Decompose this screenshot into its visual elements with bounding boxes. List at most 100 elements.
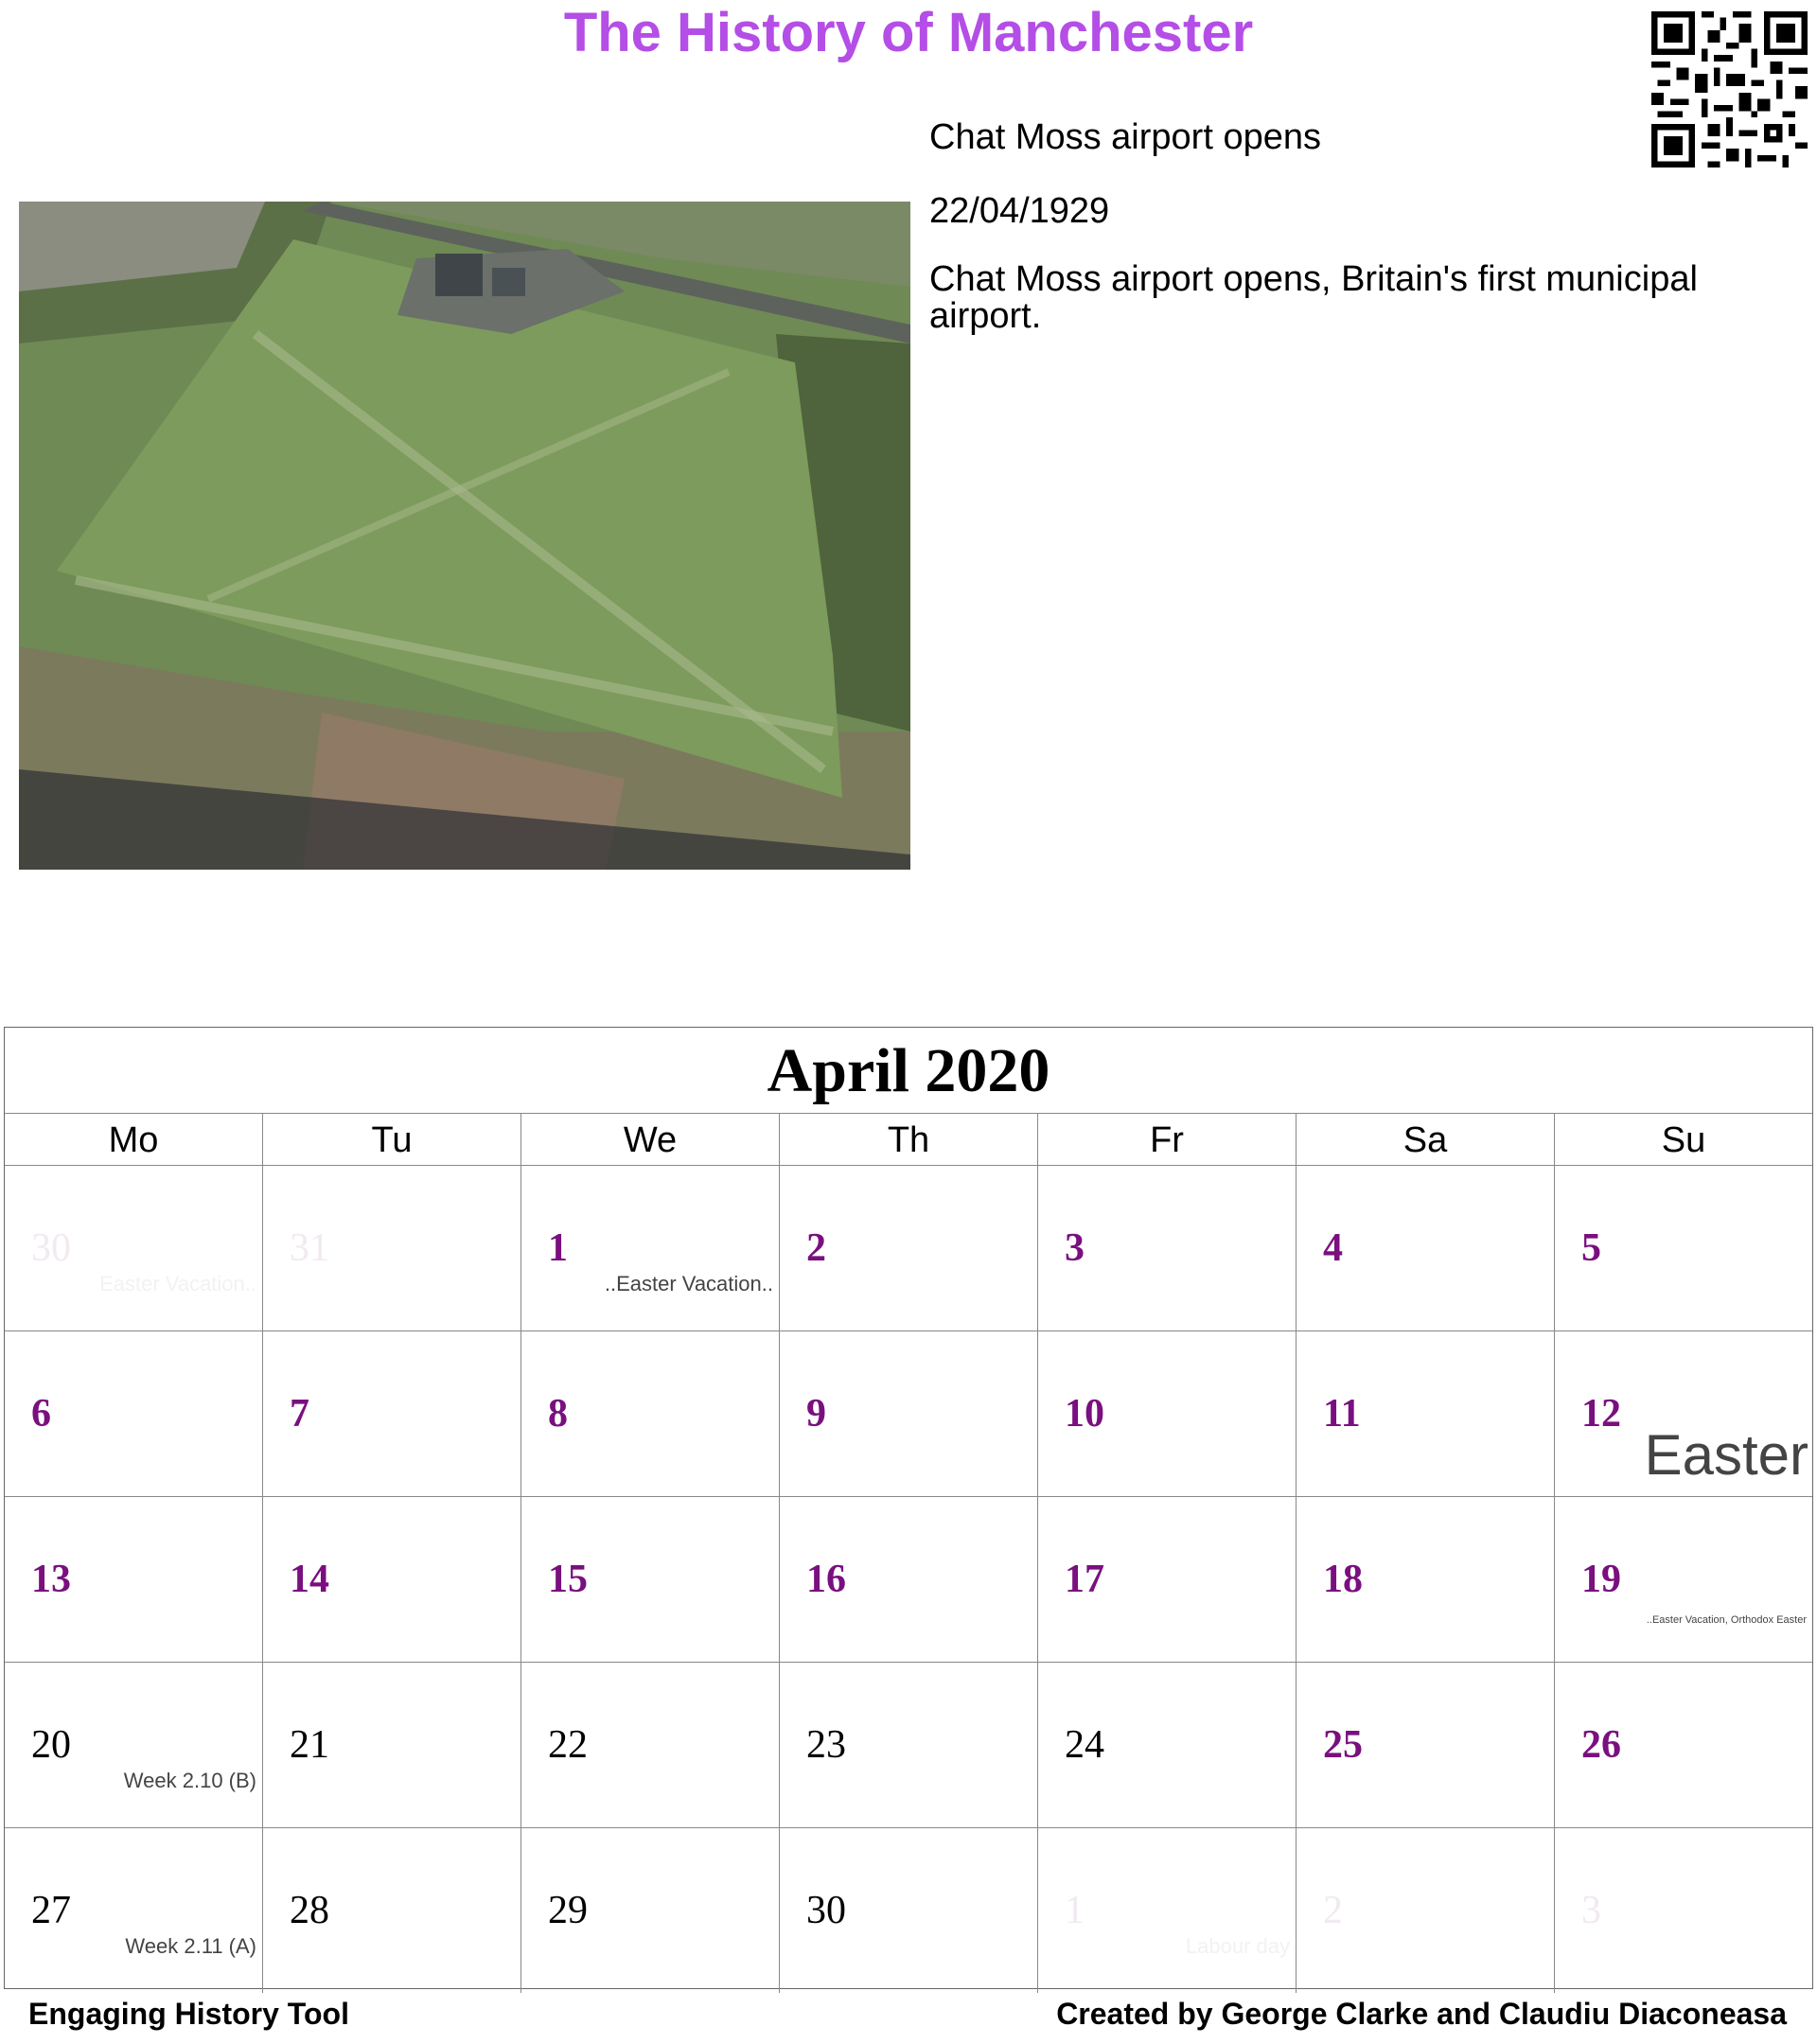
calendar-day-cell[interactable]: 10	[1038, 1331, 1297, 1496]
calendar-day-cell[interactable]: 27 Week 2.11 (A)	[5, 1828, 263, 1993]
day-note: Labour day	[1185, 1934, 1290, 1958]
calendar-day-cell[interactable]: 19 ..Easter Vacation, Orthodox Easter	[1555, 1497, 1812, 1662]
day-number: 31	[290, 1226, 329, 1270]
day-number: 7	[290, 1392, 309, 1436]
day-number: 3	[1581, 1889, 1601, 1932]
calendar-day-cell[interactable]: 5	[1555, 1166, 1812, 1330]
calendar-week-row: 13 14 15 16 17 18 19 ..Easter Vacation, Orthodo…	[5, 1497, 1812, 1663]
day-number: 20	[31, 1723, 71, 1767]
calendar-day-cell[interactable]: 16	[780, 1497, 1038, 1662]
calendar-day-cell[interactable]: 12 Easter	[1555, 1331, 1812, 1496]
month-calendar: April 2020 Mo Tu We Th Fr Sa Su 30 Easter…	[4, 1027, 1813, 1993]
calendar-day-cell[interactable]: 11	[1297, 1331, 1555, 1496]
weekday-header: We	[521, 1114, 780, 1165]
calendar-day-cell[interactable]: 6	[5, 1331, 263, 1496]
calendar-day-cell[interactable]: 25	[1297, 1663, 1555, 1827]
calendar-day-cell[interactable]: 18	[1297, 1497, 1555, 1662]
weekday-header: Fr	[1038, 1114, 1297, 1165]
day-number: 28	[290, 1889, 329, 1932]
day-number: 13	[31, 1558, 71, 1601]
day-number: 23	[806, 1723, 846, 1767]
calendar-day-cell[interactable]: 20 Week 2.10 (B)	[5, 1663, 263, 1827]
day-number: 30	[31, 1226, 71, 1270]
calendar-day-cell[interactable]: 22	[521, 1663, 780, 1827]
calendar-weeks: 30 Easter Vacation.. 31 1 ..Easter Vacation.…	[5, 1166, 1812, 1993]
day-number: 21	[290, 1723, 329, 1767]
day-number: 15	[548, 1558, 588, 1601]
calendar-day-cell[interactable]: 23	[780, 1663, 1038, 1827]
calendar-day-cell[interactable]: 21	[263, 1663, 521, 1827]
day-number: 29	[548, 1889, 588, 1932]
day-number: 17	[1065, 1558, 1104, 1601]
day-number: 26	[1581, 1723, 1621, 1767]
calendar-day-cell[interactable]: 13	[5, 1497, 263, 1662]
day-number: 6	[31, 1392, 51, 1436]
day-number: 8	[548, 1392, 568, 1436]
footer-credits: Created by George Clarke and Claudiu Dia…	[1056, 1997, 1787, 2031]
calendar-day-cell[interactable]: 4	[1297, 1166, 1555, 1330]
event-title: Chat Moss airport opens	[929, 117, 1321, 157]
day-number: 2	[806, 1226, 826, 1270]
calendar-day-cell[interactable]: 15	[521, 1497, 780, 1662]
day-number: 27	[31, 1889, 71, 1932]
day-note: Easter	[1644, 1423, 1808, 1487]
day-number: 14	[290, 1558, 329, 1601]
day-number: 18	[1323, 1558, 1363, 1601]
calendar-day-cell[interactable]: 1 ..Easter Vacation..	[521, 1166, 780, 1330]
calendar-day-cell[interactable]: 29	[521, 1828, 780, 1993]
day-number: 1	[548, 1226, 568, 1270]
calendar-week-row: 30 Easter Vacation.. 31 1 ..Easter Vacation.…	[5, 1166, 1812, 1331]
calendar-day-cell[interactable]: 8	[521, 1331, 780, 1496]
weekday-header: Tu	[263, 1114, 521, 1165]
calendar-week-row: 27 Week 2.11 (A) 28 29 30 1 Labour day 2 3	[5, 1828, 1812, 1993]
day-note: Week 2.11 (A)	[125, 1934, 256, 1958]
calendar-day-cell[interactable]: 14	[263, 1497, 521, 1662]
day-number: 11	[1323, 1392, 1361, 1436]
weekday-header: Su	[1661, 1120, 1706, 1160]
day-number: 22	[548, 1723, 588, 1767]
calendar-day-cell[interactable]: 2	[780, 1166, 1038, 1330]
weekday-header: Th	[780, 1114, 1038, 1165]
day-note: ..Easter Vacation..	[604, 1272, 773, 1295]
day-number: 4	[1323, 1226, 1343, 1270]
event-description: Chat Moss airport opens, Britain's first…	[929, 259, 1698, 336]
calendar-day-cell[interactable]: 9	[780, 1331, 1038, 1496]
calendar-day-cell[interactable]: 30 Easter Vacation..	[5, 1166, 263, 1330]
calendar-day-cell[interactable]: 31	[263, 1166, 521, 1330]
event-panel: Chat Moss airport opens 22/04/1929 Chat …	[929, 114, 1781, 335]
day-number: 24	[1065, 1723, 1104, 1767]
calendar-day-cell[interactable]: 26	[1555, 1663, 1812, 1827]
day-number: 19	[1581, 1558, 1621, 1601]
day-number: 5	[1581, 1226, 1601, 1270]
day-number: 10	[1065, 1392, 1104, 1436]
calendar-day-cell[interactable]: 30	[780, 1828, 1038, 1993]
page-title: The History of Manchester	[563, 2, 1254, 63]
calendar-day-cell[interactable]: 7	[263, 1331, 521, 1496]
day-number: 16	[806, 1558, 846, 1601]
calendar-day-cell[interactable]: 2	[1297, 1828, 1555, 1993]
day-number: 30	[806, 1889, 846, 1932]
calendar-day-cell[interactable]: 28	[263, 1828, 521, 1993]
weekday-header: Mo	[5, 1114, 263, 1165]
calendar-month-title: April 2020	[5, 1028, 1812, 1114]
calendar-week-row: 20 Week 2.10 (B) 21 22 23 24 25 26	[5, 1663, 1812, 1828]
calendar-day-cell[interactable]: 24	[1038, 1663, 1297, 1827]
calendar-week-row: 6 7 8 9 10 11 12 Easter	[5, 1331, 1812, 1497]
day-number: 1	[1065, 1889, 1085, 1932]
calendar-day-cell[interactable]: 1 Labour day	[1038, 1828, 1297, 1993]
calendar-day-cell[interactable]: 3	[1038, 1166, 1297, 1330]
calendar-day-cell[interactable]: 3	[1555, 1828, 1812, 1993]
day-number: 9	[806, 1392, 826, 1436]
day-number: 12	[1581, 1392, 1621, 1436]
calendar-day-cell[interactable]: 17	[1038, 1497, 1297, 1662]
event-date: 22/04/1929	[929, 191, 1110, 231]
footer-tool-name: Engaging History Tool	[28, 1997, 349, 2031]
day-note: ..Easter Vacation, Orthodox Easter	[1646, 1614, 1807, 1626]
day-number: 3	[1065, 1226, 1085, 1270]
day-number: 25	[1323, 1723, 1363, 1767]
weekday-header-row: Mo Tu We Th Fr Sa Su	[5, 1114, 1812, 1166]
day-note: Week 2.10 (B)	[123, 1769, 256, 1792]
weekday-header: Sa	[1297, 1114, 1555, 1165]
airport-aerial-photo	[19, 202, 910, 870]
day-note: Easter Vacation..	[99, 1272, 256, 1295]
